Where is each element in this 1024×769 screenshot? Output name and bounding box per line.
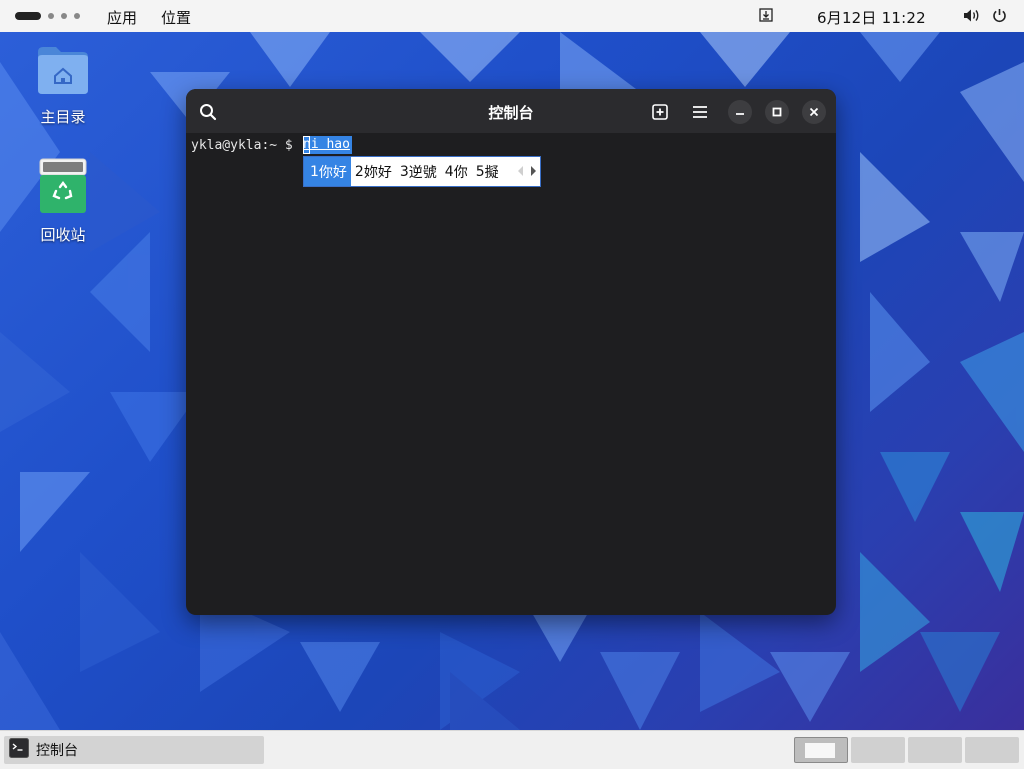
ime-candidate[interactable]: 2 妳好: [351, 157, 396, 186]
minimize-icon[interactable]: [728, 100, 752, 124]
next-page-icon[interactable]: [530, 164, 536, 180]
active-workspace-pill: [15, 12, 41, 20]
close-icon[interactable]: [802, 100, 826, 124]
desktop-icon-label: 主目录: [40, 108, 86, 126]
prev-page-icon[interactable]: [518, 164, 524, 180]
ime-candidate-window: 1 你好 2 妳好 3 逆號 4你 5擬: [303, 156, 541, 187]
workspace-switcher-2[interactable]: [851, 737, 905, 763]
ime-candidate[interactable]: 3 逆號: [396, 157, 441, 186]
new-tab-icon[interactable]: [648, 100, 672, 124]
taskbar-window-label: 控制台: [36, 743, 78, 759]
places-menu[interactable]: 位置: [161, 7, 191, 28]
terminal-header-bar[interactable]: 控制台: [186, 89, 836, 133]
taskbar-window-button[interactable]: 控制台: [4, 736, 264, 764]
candidate-index: 2: [354, 163, 364, 180]
taskbar: 控制台: [0, 730, 1024, 769]
desktop-icon-trash[interactable]: 回收站: [18, 158, 108, 245]
volume-icon[interactable]: [963, 8, 980, 27]
candidate-text: 擬: [484, 164, 499, 181]
candidate-text: 你好: [318, 164, 347, 181]
terminal-content[interactable]: ykla@ykla:~ $ ni hao: [186, 133, 836, 615]
terminal-icon: [9, 738, 29, 762]
shell-prompt: ykla@ykla:~ $: [191, 138, 301, 153]
ime-candidate[interactable]: 1 你好: [304, 157, 351, 186]
workspace-window-thumb: [805, 743, 835, 758]
candidate-index: 5: [475, 163, 485, 180]
trash-icon: [18, 158, 108, 218]
workspace-switcher-4[interactable]: [965, 737, 1019, 763]
candidate-text: 逆號: [408, 164, 437, 181]
ime-candidate[interactable]: 4你: [441, 157, 472, 186]
applications-menu[interactable]: 应用: [107, 7, 137, 28]
top-bar: 应用 位置 6月12日 11:22: [0, 0, 1024, 32]
download-icon[interactable]: [759, 8, 773, 26]
workspace-dot: [61, 13, 67, 19]
clock[interactable]: 6月12日 11:22: [817, 7, 926, 28]
workspace-switcher-1[interactable]: [794, 737, 848, 763]
desktop-icon-home[interactable]: 主目录: [18, 42, 108, 127]
power-icon[interactable]: [992, 8, 1007, 27]
candidate-text: 你: [453, 164, 468, 181]
menu-icon[interactable]: [688, 100, 712, 124]
candidate-index: 4: [444, 163, 454, 180]
ime-candidate[interactable]: 5擬: [472, 157, 503, 186]
candidate-text: 妳好: [363, 164, 392, 181]
ime-preedit-text: ni hao: [303, 136, 352, 154]
desktop-icon-label: 回收站: [40, 226, 86, 244]
maximize-icon[interactable]: [765, 100, 789, 124]
workspace-switcher-3[interactable]: [908, 737, 962, 763]
candidate-index: 1: [310, 163, 319, 180]
ime-page-arrows: [518, 164, 536, 180]
workspace-dot: [74, 13, 80, 19]
workspace-dot: [48, 13, 54, 19]
text-cursor: [303, 136, 310, 154]
home-folder-icon: [18, 42, 108, 100]
activities-indicator[interactable]: [15, 11, 80, 21]
candidate-index: 3: [399, 163, 409, 180]
